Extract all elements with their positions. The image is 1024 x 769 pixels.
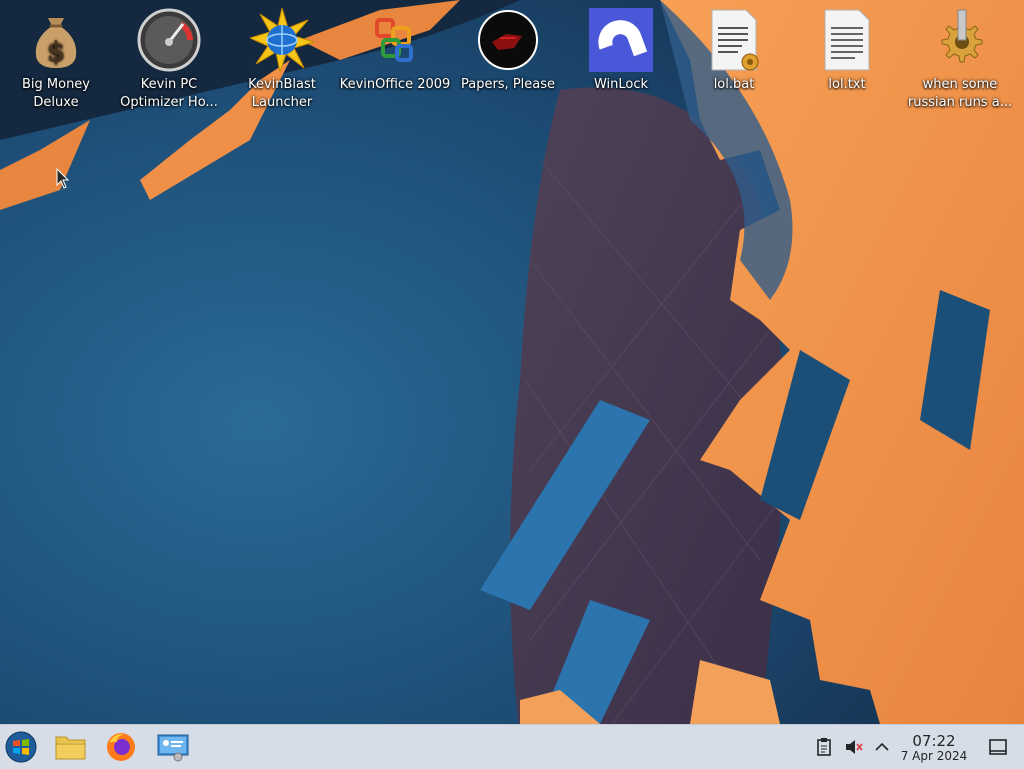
tray-expand-button[interactable]	[872, 737, 892, 757]
desktop-icon-label: WinLock	[593, 77, 649, 92]
tray-volume[interactable]	[844, 737, 864, 757]
show-desktop-button[interactable]	[988, 737, 1008, 757]
desktop-icon-label: Kevin PC Optimizer Ho...	[120, 77, 218, 110]
taskbar-firefox[interactable]	[104, 731, 138, 763]
tray-clipboard[interactable]	[814, 737, 834, 757]
winlock-icon	[589, 8, 653, 72]
desktop-icon-label: lol.bat	[713, 77, 755, 92]
desktop-icon-label: Big Money Deluxe	[21, 77, 90, 110]
digital-clock[interactable]: 07:22 7 Apr 2024	[890, 733, 978, 763]
desktop-icon-winlock[interactable]: WinLock	[565, 8, 677, 94]
desktop-icon-kevinblast-launcher[interactable]: KevinBlast Launcher	[226, 8, 338, 112]
system-settings-icon	[157, 734, 189, 762]
desktop-icon-lol-txt[interactable]: lol.txt	[791, 8, 903, 94]
desktop-icon-label: lol.txt	[828, 77, 866, 92]
desktop-icon-label: when some russian runs a...	[907, 77, 1013, 110]
desktop-icon-kevinoffice-2009[interactable]: KevinOffice 2009	[339, 8, 451, 94]
show-desktop-icon	[989, 739, 1007, 755]
starburst-globe-icon	[250, 8, 314, 72]
speedometer-icon	[137, 8, 201, 72]
taskbar-file-manager[interactable]	[54, 731, 88, 763]
office-logo-icon	[375, 18, 413, 62]
svg-text:$: $	[47, 37, 65, 67]
mouse-cursor-icon	[56, 168, 70, 189]
volume-muted-icon	[846, 740, 863, 754]
clipboard-icon	[817, 738, 831, 756]
desktop-icon-label: KevinOffice 2009	[339, 77, 451, 92]
clock-date: 7 Apr 2024	[900, 749, 968, 763]
money-bag-icon: $	[35, 18, 77, 68]
file-manager-icon	[55, 736, 86, 760]
firefox-icon	[107, 733, 135, 761]
text-file-icon	[824, 9, 870, 71]
start-orb-icon	[5, 731, 37, 763]
clock-time: 07:22	[912, 732, 956, 750]
taskbar: 07:22 7 Apr 2024	[0, 724, 1024, 769]
desktop-icon-label: Papers, Please	[460, 77, 556, 92]
desktop-wallpaper	[0, 0, 1024, 768]
desktop-icon-kevin-pc-optimizer[interactable]: Kevin PC Optimizer Ho...	[113, 8, 225, 112]
start-button[interactable]	[4, 731, 38, 763]
papers-please-icon	[478, 10, 538, 70]
desktop-icon-papers-please[interactable]: Papers, Please	[452, 8, 564, 94]
batch-file-icon	[711, 9, 759, 71]
taskbar-system-settings[interactable]	[156, 731, 190, 763]
desktop-icon-big-money-deluxe[interactable]: $ Big Money Deluxe	[0, 8, 112, 112]
desktop-icon-lol-bat[interactable]: lol.bat	[678, 8, 790, 94]
gear-icon	[941, 9, 983, 63]
desktop-icon-when-some-russian[interactable]: when some russian runs a...	[904, 8, 1016, 112]
tray-expand-icon	[875, 742, 889, 751]
desktop-icon-label: KevinBlast Launcher	[248, 77, 316, 110]
